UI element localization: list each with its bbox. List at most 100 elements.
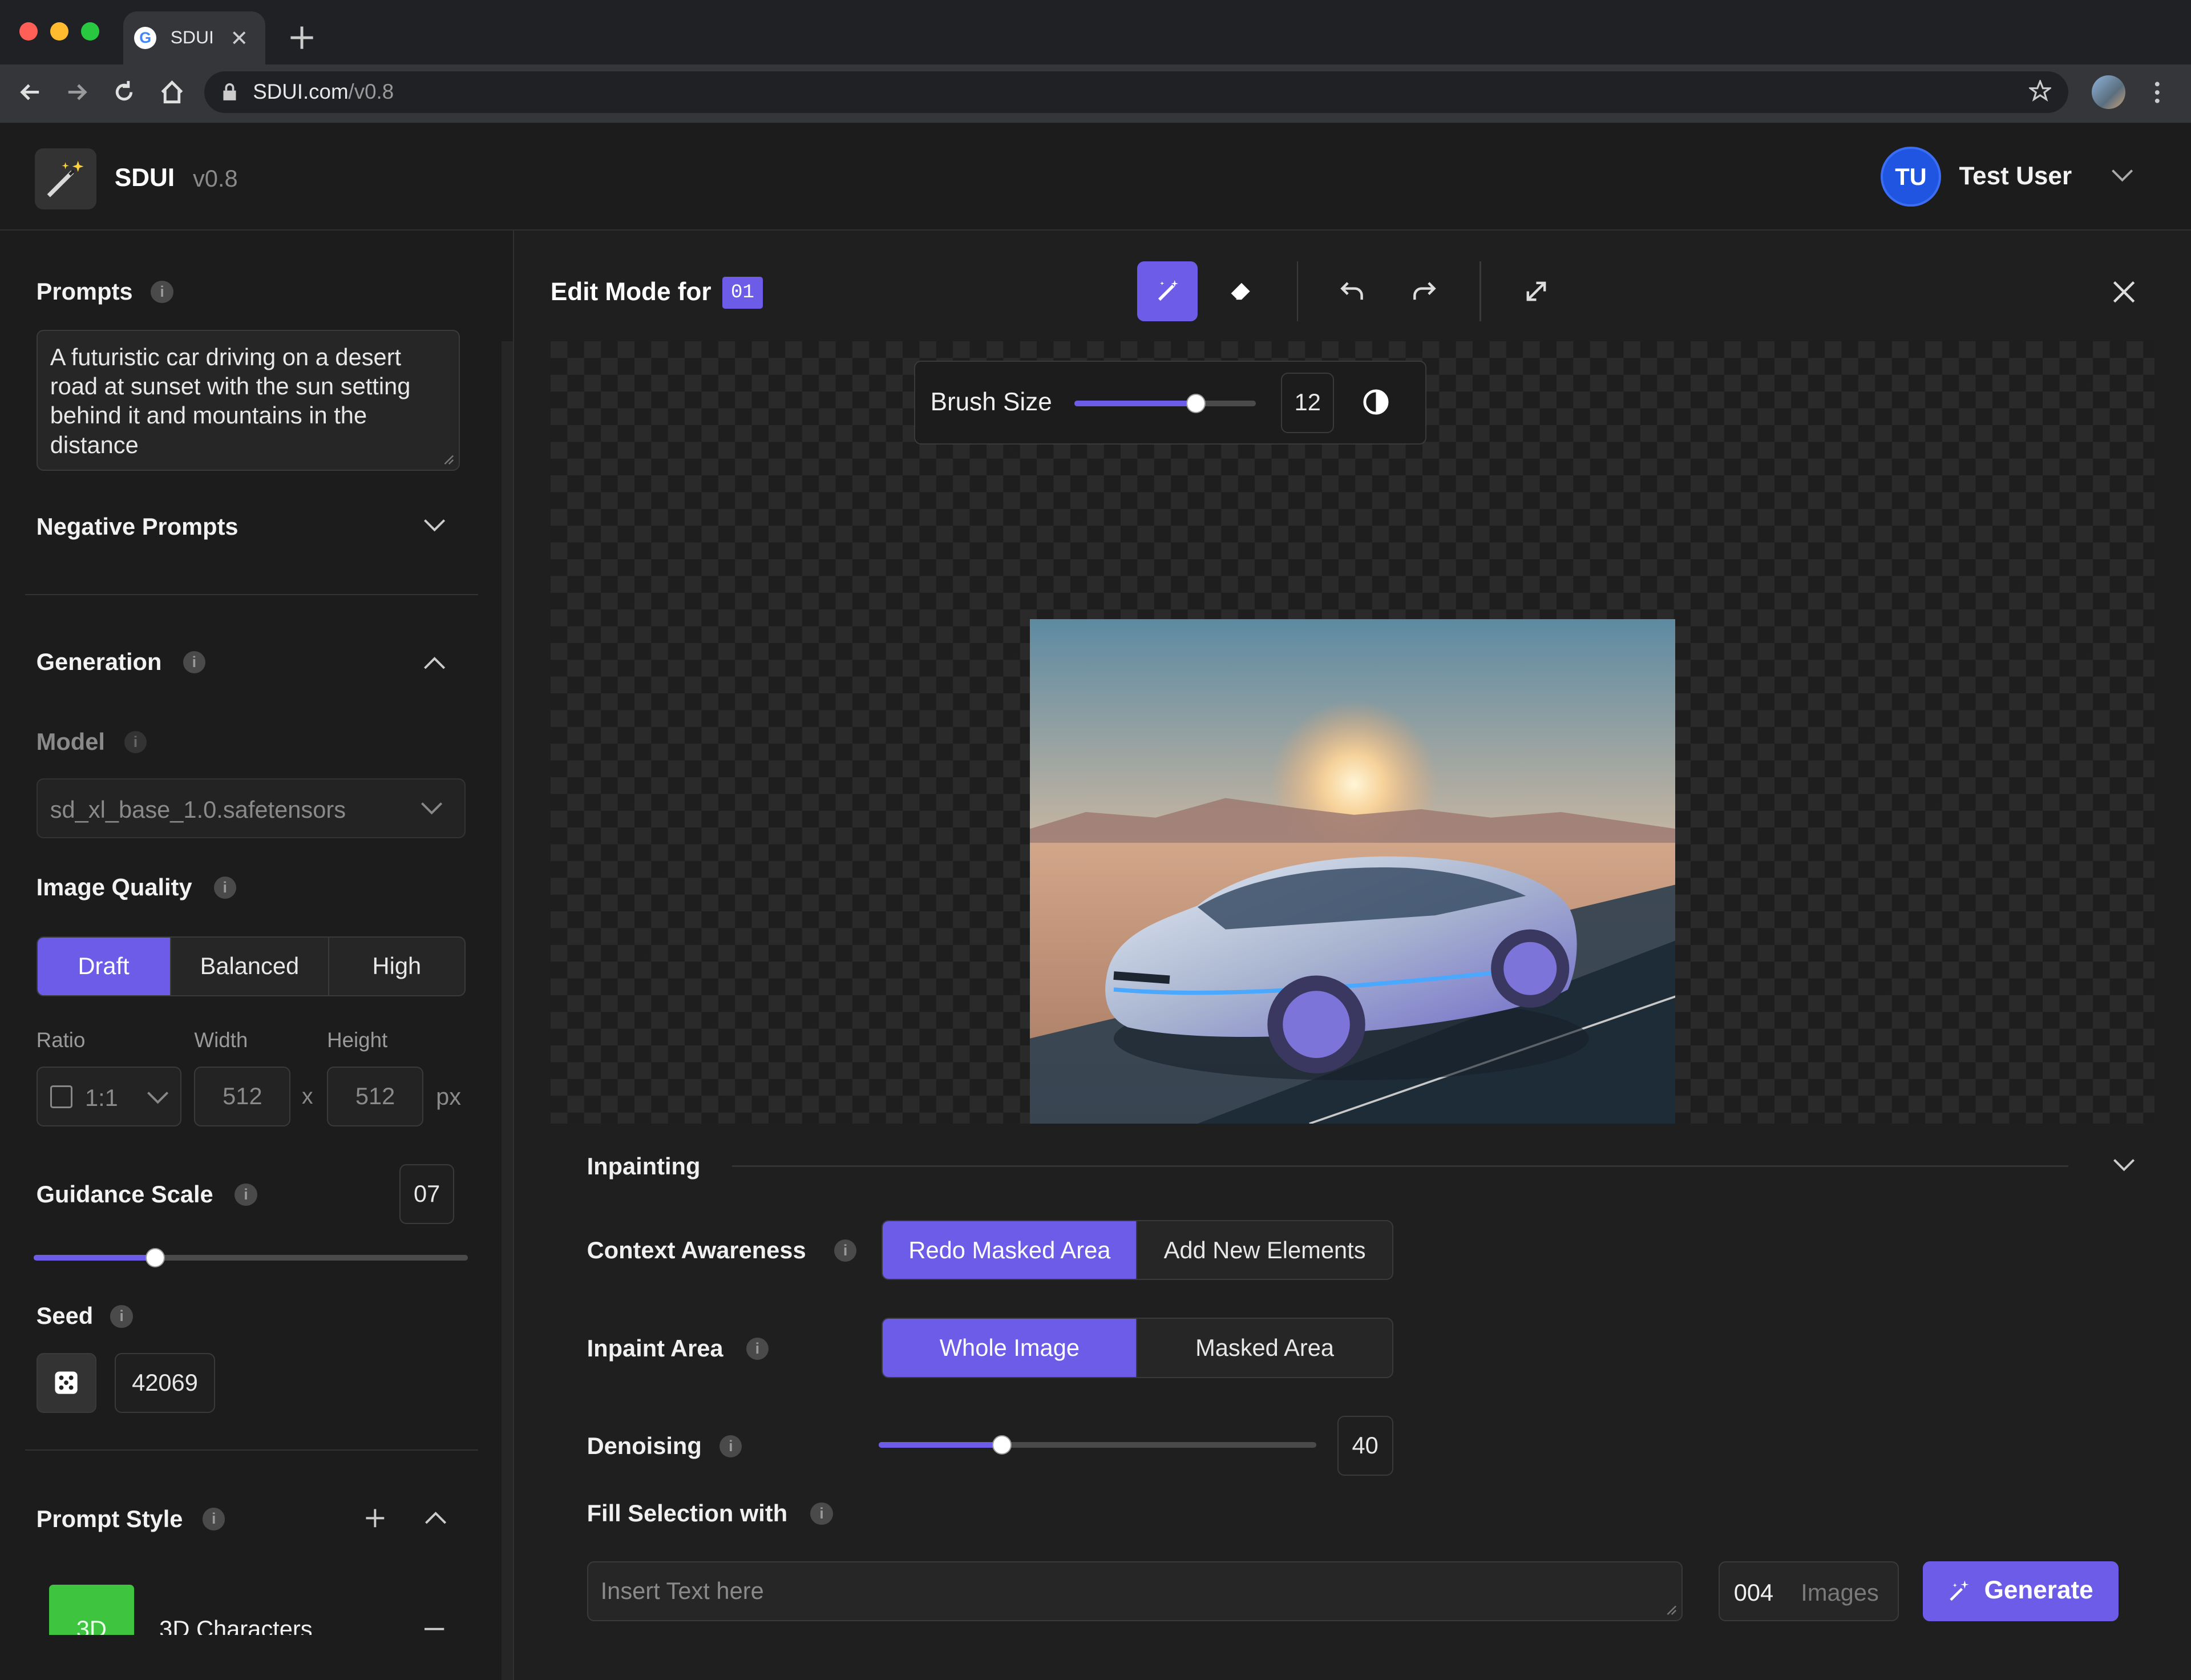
user-avatar[interactable]: TU <box>1881 147 1941 207</box>
divider <box>25 593 478 596</box>
sidebar-scrollbar[interactable] <box>502 341 513 1680</box>
minimize-window-button[interactable] <box>50 22 68 41</box>
guidance-info-icon[interactable]: i <box>235 1184 257 1206</box>
ratio-select[interactable]: 1:1 <box>36 1066 182 1126</box>
inpaint-area-info-icon[interactable]: i <box>746 1337 769 1360</box>
prompt-textarea[interactable]: A futuristic car driving on a desert roa… <box>36 329 460 471</box>
image-count-value: 004 <box>1733 1578 1774 1606</box>
undo-button[interactable] <box>1322 261 1382 321</box>
prompts-title: Prompts <box>36 278 133 305</box>
inpainting-chevron-down-icon[interactable] <box>2113 1158 2135 1172</box>
reload-icon[interactable] <box>110 78 138 106</box>
context-awareness-label: Context Awareness <box>587 1237 806 1264</box>
user-menu-chevron-icon[interactable] <box>2111 169 2133 183</box>
masked-area-button[interactable]: Masked Area <box>1137 1319 1392 1376</box>
app-version: v0.8 <box>192 164 238 192</box>
whole-image-button[interactable]: Whole Image <box>883 1319 1138 1377</box>
inpaint-area-label: Inpaint Area <box>587 1334 723 1362</box>
home-icon[interactable] <box>158 78 186 106</box>
brush-tool-button[interactable] <box>1137 261 1198 322</box>
brush-size-input[interactable]: 12 <box>1281 373 1335 433</box>
quality-high-button[interactable]: High <box>329 938 464 995</box>
model-select[interactable]: sd_xl_base_1.0.safetensors <box>36 778 466 839</box>
close-editor-icon[interactable] <box>2113 281 2135 303</box>
image-count-input[interactable]: 004 Images <box>1719 1561 1899 1621</box>
generated-image <box>1029 619 1676 1124</box>
browser-menu-icon[interactable] <box>2152 80 2163 105</box>
ratio-value: 1:1 <box>84 1084 118 1111</box>
height-input[interactable]: 512 <box>327 1066 424 1126</box>
negative-prompts-title[interactable]: Negative Prompts <box>37 513 238 540</box>
toolbar-divider <box>1296 261 1299 322</box>
height-label: Height <box>327 1028 388 1052</box>
bookmark-star-icon[interactable] <box>2028 79 2052 102</box>
seed-label: Seed <box>36 1302 94 1330</box>
address-bar[interactable]: SDUI.com/v0.8 <box>204 71 2068 114</box>
quality-balanced-button[interactable]: Balanced <box>171 937 330 996</box>
eraser-tool-button[interactable] <box>1210 261 1270 321</box>
random-seed-button[interactable] <box>36 1352 96 1413</box>
generate-label: Generate <box>1984 1576 2093 1605</box>
add-new-elements-button[interactable]: Add New Elements <box>1137 1221 1392 1279</box>
seed-input[interactable]: 42069 <box>114 1352 216 1413</box>
image-quality-info-icon[interactable]: i <box>213 876 236 899</box>
remove-style-minus-icon[interactable] <box>425 1627 444 1631</box>
negative-prompts-chevron-down-icon[interactable] <box>423 519 446 532</box>
undo-icon <box>1340 282 1363 300</box>
profile-avatar[interactable] <box>2092 75 2125 109</box>
app-header <box>0 123 2191 231</box>
resize-handle-icon[interactable] <box>443 454 455 466</box>
guidance-slider-thumb[interactable] <box>145 1247 165 1268</box>
car-desert-image <box>1029 619 1676 1124</box>
redo-button[interactable] <box>1394 261 1454 321</box>
url-host: SDUI.com <box>253 79 349 103</box>
edit-mode-title: Edit Mode for <box>550 278 712 306</box>
inpainting-divider <box>732 1165 2068 1167</box>
fill-selection-label: Fill Selection with <box>587 1499 788 1526</box>
generate-button[interactable]: Generate <box>1922 1561 2119 1621</box>
prompt-style-chevron-up-icon[interactable] <box>425 1511 447 1524</box>
maximize-window-button[interactable] <box>81 22 99 41</box>
denoising-slider-fill <box>879 1442 1002 1448</box>
quality-draft-button[interactable]: Draft <box>37 937 171 996</box>
redo-masked-area-button[interactable]: Redo Masked Area <box>883 1221 1138 1279</box>
magic-brush-icon <box>1158 280 1178 301</box>
fill-text-input[interactable]: Insert Text here <box>587 1561 1683 1621</box>
fill-selection-info-icon[interactable]: i <box>810 1502 833 1525</box>
browser-tab[interactable]: G SDUI <box>123 11 266 64</box>
prompts-info-icon[interactable]: i <box>151 281 173 304</box>
expand-button[interactable] <box>1506 261 1566 321</box>
app-name: SDUI <box>114 163 175 192</box>
guidance-value-input[interactable]: 07 <box>399 1164 454 1225</box>
inpaint-area-segmented: Whole Image Masked Area <box>882 1318 1393 1378</box>
generation-chevron-up-icon[interactable] <box>423 656 446 669</box>
style-3d-characters-label[interactable]: 3D Characters <box>159 1616 312 1635</box>
width-input[interactable]: 512 <box>194 1066 291 1126</box>
sparkle-wand-icon <box>1950 1580 1969 1601</box>
new-tab-icon[interactable] <box>289 25 314 50</box>
denoising-value-input[interactable]: 40 <box>1337 1415 1393 1476</box>
resize-handle-icon[interactable] <box>1666 1605 1677 1616</box>
prompt-style-info-icon[interactable]: i <box>203 1508 225 1530</box>
user-name[interactable]: Test User <box>1959 162 2072 191</box>
lock-icon <box>223 83 236 101</box>
image-quality-segmented: Draft Balanced High <box>36 936 466 997</box>
back-icon[interactable] <box>17 78 45 106</box>
inpainting-title: Inpainting <box>587 1153 701 1180</box>
guidance-slider-fill <box>33 1255 155 1261</box>
style-3d-badge: 3D <box>48 1585 135 1635</box>
context-awareness-segmented: Redo Masked Area Add New Elements <box>882 1219 1393 1281</box>
close-tab-icon[interactable] <box>232 31 246 45</box>
seed-info-icon[interactable]: i <box>110 1305 133 1328</box>
model-info-icon[interactable]: i <box>124 730 147 753</box>
magic-wand-icon <box>47 160 84 197</box>
model-label: Model <box>36 728 105 755</box>
fill-text-placeholder: Insert Text here <box>600 1577 764 1605</box>
dimension-separator: x <box>301 1084 313 1109</box>
guidance-scale-label: Guidance Scale <box>36 1181 213 1208</box>
close-window-button[interactable] <box>19 22 38 41</box>
brush-slider-thumb[interactable] <box>1186 394 1206 414</box>
contrast-toggle-icon[interactable] <box>1362 388 1390 416</box>
forward-icon[interactable] <box>63 78 91 106</box>
add-style-plus-icon[interactable] <box>365 1508 386 1529</box>
